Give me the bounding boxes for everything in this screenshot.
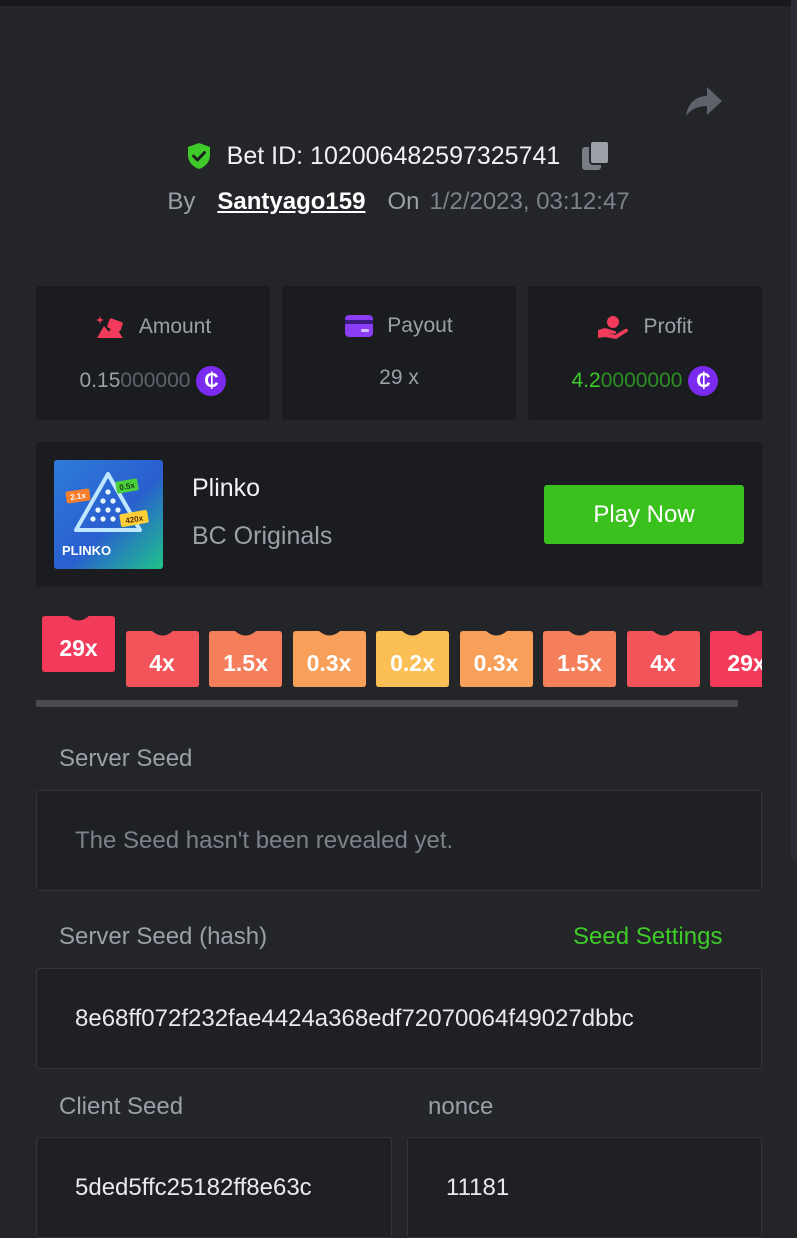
- coin-icon: ₵: [688, 366, 719, 396]
- card-icon: [345, 315, 374, 337]
- multiplier-tile[interactable]: 0.3x: [459, 631, 533, 687]
- game-name: Plinko: [192, 474, 261, 502]
- nonce-label: nonce: [428, 1093, 494, 1120]
- by-label: By: [167, 188, 196, 215]
- play-now-button[interactable]: Play Now: [544, 485, 744, 544]
- multiplier-label: 1.5x: [223, 649, 268, 676]
- multiplier-tile[interactable]: 4x: [125, 631, 199, 687]
- game-card: 2.1x 0.5x 420x PLINKO Plinko BC Original…: [36, 442, 762, 587]
- multiplier-label: 0.2x: [390, 649, 435, 676]
- bet-id-row: Bet ID: 102006482597325741: [0, 136, 797, 176]
- multiplier-label: 4x: [650, 649, 676, 676]
- coin-icon: ₵: [196, 366, 227, 396]
- multiplier-tile[interactable]: 0.3x: [292, 631, 366, 687]
- server-seed-hash-field[interactable]: 8e68ff072f232fae4424a368edf72070064f4902…: [36, 968, 762, 1069]
- client-seed-label: Client Seed: [59, 1093, 184, 1120]
- copy-icon[interactable]: [580, 139, 612, 173]
- seed-settings-link[interactable]: Seed Settings: [573, 923, 722, 951]
- amount-label: Amount: [138, 315, 212, 338]
- multiplier-tile[interactable]: 29x: [710, 631, 762, 687]
- amount-icon: [95, 316, 123, 338]
- verified-shield-icon: [187, 143, 210, 169]
- payout-label: Payout: [387, 314, 453, 337]
- multiplier-tile[interactable]: 0.2x: [376, 631, 449, 687]
- amount-value: 0.15: [79, 369, 121, 392]
- multiplier-scroll-track[interactable]: [36, 700, 738, 707]
- multiplier-tile[interactable]: 1.5x: [209, 631, 282, 687]
- client-seed-field[interactable]: 5ded5ffc25182ff8e63c: [36, 1137, 392, 1238]
- multiplier-label: 0.3x: [306, 649, 352, 676]
- multiplier-tile[interactable]: 1.5x: [543, 631, 616, 687]
- bet-id: Bet ID: 102006482597325741: [226, 141, 561, 170]
- multiplier-label: 29x: [59, 634, 98, 661]
- payout-card: Payout 29 x: [282, 286, 516, 420]
- multiplier-tile[interactable]: 4x: [626, 631, 700, 687]
- on-label: On: [387, 188, 420, 215]
- profit-hand-icon: [598, 316, 629, 339]
- scrollbar[interactable]: [791, 0, 797, 860]
- server-seed-field[interactable]: The Seed hasn't been revealed yet.: [36, 790, 762, 891]
- profit-card: Profit 4.20000000 ₵: [528, 286, 762, 420]
- bet-datetime: 1/2/2023, 03:12:47: [429, 188, 630, 215]
- bet-meta-row: By Santyago159 On 1/2/2023, 03:12:47: [0, 184, 797, 220]
- multiplier-label: 29x: [727, 649, 762, 676]
- plinko-thumbnail[interactable]: 2.1x 0.5x 420x PLINKO: [54, 460, 163, 569]
- thumb-logo: PLINKO: [62, 543, 111, 558]
- multiplier-label: 1.5x: [557, 649, 602, 676]
- multiplier-label: 0.3x: [473, 649, 519, 676]
- top-bar: [0, 0, 797, 6]
- profit-value: 4.2: [571, 369, 601, 392]
- username-link[interactable]: Santyago159: [217, 188, 365, 216]
- multiplier-row: 29x 4x 1.5x 0.3x 0.2x 0.3x 1.5x 4x 29x: [36, 612, 762, 694]
- multiplier-tile[interactable]: 29x: [42, 616, 115, 672]
- server-seed-hash-label: Server Seed (hash): [59, 923, 268, 950]
- multiplier-label: 4x: [149, 649, 175, 676]
- amount-card: Amount 0.15000000 ₵: [36, 286, 270, 420]
- server-seed-label: Server Seed: [59, 745, 193, 772]
- payout-value: 29 x: [379, 366, 419, 389]
- share-icon[interactable]: [683, 82, 725, 122]
- game-provider: BC Originals: [192, 522, 333, 550]
- profit-label: Profit: [643, 315, 693, 338]
- nonce-field[interactable]: 11181: [407, 1137, 762, 1238]
- profit-value-trailing: 0000000: [600, 369, 683, 392]
- amount-value-trailing: 000000: [120, 369, 191, 392]
